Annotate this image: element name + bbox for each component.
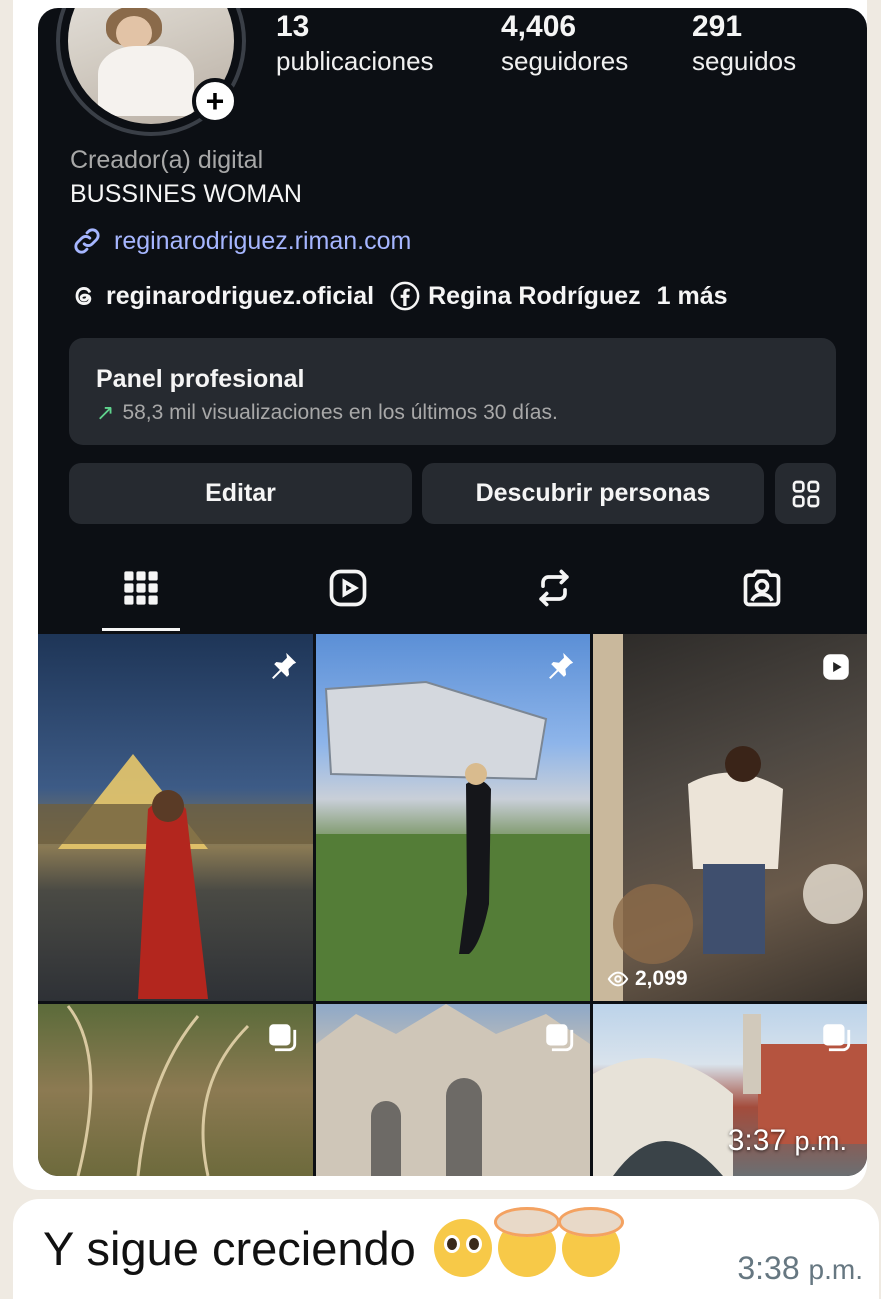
reel-icon <box>823 654 849 680</box>
link-icon <box>74 228 100 254</box>
more-links[interactable]: 1 más <box>657 282 728 311</box>
message2-timestamp: 3:38 p.m. <box>737 1250 863 1287</box>
post-stadium[interactable] <box>316 634 590 1001</box>
post-tree[interactable] <box>38 1004 313 1176</box>
stat-followers[interactable]: 4,406 seguidores <box>501 10 628 78</box>
avatar-body <box>98 46 194 116</box>
post-cathedral[interactable] <box>316 1004 590 1176</box>
louvre-scene <box>38 754 313 999</box>
tab-tagged[interactable] <box>738 564 786 612</box>
stadium-scene <box>316 680 590 1001</box>
tab-reposts[interactable] <box>530 564 578 612</box>
stat-posts-label: publicaciones <box>276 46 434 76</box>
dashboard-subtitle: 58,3 mil visualizaciones en los últimos … <box>122 401 558 424</box>
threads-icon <box>75 287 92 305</box>
message1-time-suffix: p.m. <box>794 1126 847 1156</box>
chat-bubble-text-message[interactable]: Y sigue creciendo 3:38 p.m. <box>13 1199 879 1299</box>
grid-icon <box>124 571 158 605</box>
avatar-face <box>116 16 152 50</box>
mirror-scene <box>593 634 863 1001</box>
profile-link[interactable]: reginarodriguez.riman.com <box>70 224 411 258</box>
profile-category: Creador(a) digital <box>70 146 264 174</box>
active-tab-indicator <box>102 628 180 631</box>
tagged-icon <box>743 569 781 607</box>
facebook-icon <box>390 281 420 311</box>
threads-handle: reginarodriguez.oficial <box>106 281 375 310</box>
stat-following-count: 291 <box>692 10 743 43</box>
reel-views: 2,099 <box>607 967 688 991</box>
profile-bio: BUSSINES WOMAN <box>70 180 302 208</box>
dashboard-title: Panel profesional <box>96 365 305 393</box>
post-grid: 2,099 <box>38 634 867 1176</box>
reposts-icon <box>539 569 569 607</box>
carousel-icon <box>546 1024 574 1052</box>
professional-dashboard[interactable]: Panel profesional ↗ 58,3 mil visualizaci… <box>69 338 836 445</box>
reels-icon <box>329 569 367 607</box>
tab-grid[interactable] <box>117 564 165 612</box>
carousel-icon <box>823 1024 851 1052</box>
dashboard-stats: ↗ 58,3 mil visualizaciones en los último… <box>96 400 558 426</box>
carousel-icon <box>269 1024 297 1052</box>
message1-time: 3:37 <box>727 1124 787 1157</box>
threads-link[interactable]: reginarodriguez.oficial <box>70 282 374 311</box>
instagram-profile-screenshot[interactable]: + 13 publicaciones 4,406 seguidores 291 … <box>38 8 867 1176</box>
chat-bubble-image-message[interactable]: + 13 publicaciones 4,406 seguidores 291 … <box>13 0 867 1190</box>
message2-content: Y sigue creciendo <box>43 1207 624 1277</box>
pin-icon <box>272 652 297 680</box>
qr-code-button[interactable] <box>775 463 836 524</box>
message2-text: Y sigue creciendo <box>43 1221 416 1275</box>
pin-icon <box>549 652 574 680</box>
reel-views-count: 2,099 <box>635 967 688 990</box>
edit-profile-label: Editar <box>205 479 276 507</box>
eye-icon <box>607 971 629 987</box>
more-links-label: 1 más <box>656 281 728 310</box>
facebook-link[interactable]: Regina Rodríguez <box>390 281 641 311</box>
post-mirror-selfie[interactable]: 2,099 <box>593 634 867 1001</box>
exploding-head-icon <box>557 1207 624 1277</box>
profile-link-text: reginarodriguez.riman.com <box>114 226 412 255</box>
stat-following[interactable]: 291 seguidos <box>692 10 796 78</box>
message1-timestamp: 3:37 p.m. <box>728 1124 847 1158</box>
stat-followers-label: seguidores <box>501 46 629 76</box>
stat-following-label: seguidos <box>692 46 797 76</box>
exploding-head-icon <box>493 1207 560 1277</box>
tab-reels[interactable] <box>324 564 372 612</box>
add-story-icon[interactable]: + <box>192 78 238 124</box>
growth-arrow-icon: ↗ <box>96 400 115 425</box>
facebook-name: Regina Rodríguez <box>428 281 641 310</box>
stat-followers-count: 4,406 <box>501 10 577 43</box>
discover-people-button[interactable]: Descubrir personas <box>422 463 764 524</box>
pleading-face-icon <box>433 1219 492 1277</box>
message2-time-suffix: p.m. <box>808 1254 863 1285</box>
profile-tabs <box>38 548 867 634</box>
social-links: reginarodriguez.oficial Regina Rodríguez… <box>70 281 728 311</box>
edit-profile-button[interactable]: Editar <box>69 463 412 524</box>
stat-posts[interactable]: 13 publicaciones <box>276 10 434 78</box>
message2-time: 3:38 <box>737 1250 800 1286</box>
stat-posts-count: 13 <box>276 10 310 43</box>
qr-code-icon <box>792 480 819 507</box>
post-louvre[interactable] <box>38 634 313 1001</box>
discover-people-label: Descubrir personas <box>475 479 711 507</box>
